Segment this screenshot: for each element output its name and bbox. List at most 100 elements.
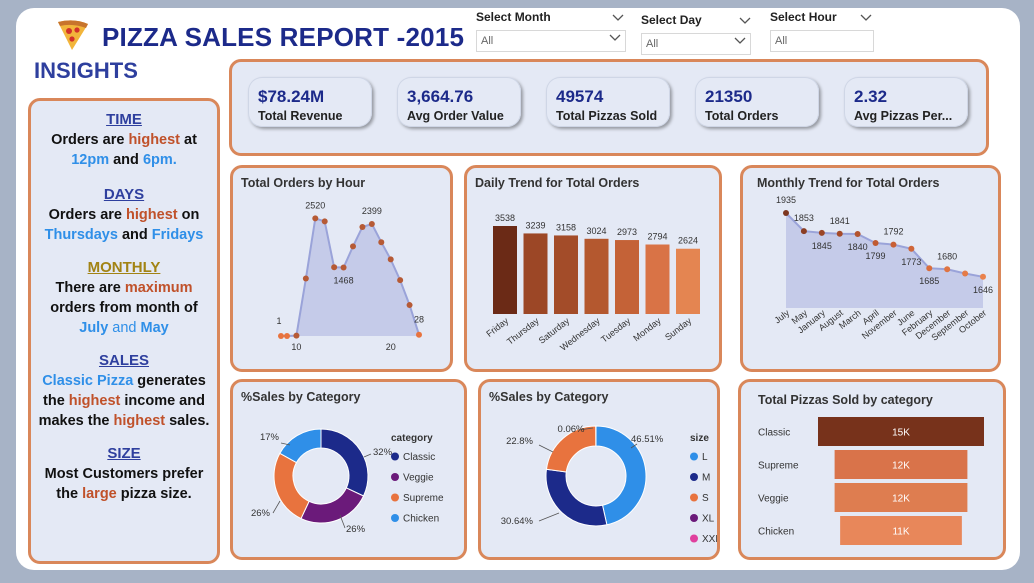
monthly-data-label: 1799 bbox=[866, 251, 886, 261]
monthly-data-label: 1841 bbox=[830, 216, 850, 226]
legend-title: size bbox=[690, 433, 709, 444]
monthly-data-point bbox=[800, 228, 807, 235]
hour-data-label: 1 bbox=[276, 316, 281, 326]
legend-label: XXL bbox=[702, 534, 717, 545]
monthly-data-label: 1646 bbox=[973, 285, 993, 295]
month-slicer[interactable]: Select Month All bbox=[476, 10, 626, 52]
donut-slice bbox=[300, 487, 365, 524]
kpi-value: 3,664.76 bbox=[407, 87, 474, 106]
monthly-data-label: 1935 bbox=[776, 195, 796, 205]
daily-category-label: Tuesday bbox=[599, 315, 632, 344]
donut-slice-label: 46.51% bbox=[631, 434, 664, 445]
kpi-value: 2.32 bbox=[854, 87, 888, 106]
funnel-bar-label: 11K bbox=[892, 527, 909, 538]
day-slicer[interactable]: Select Day All bbox=[641, 13, 751, 55]
insight-monthly-heading: MONTHLY bbox=[87, 259, 161, 276]
daily-bar-label: 3024 bbox=[586, 226, 606, 236]
hour-data-point bbox=[359, 223, 366, 230]
monthly-data-point bbox=[980, 273, 986, 280]
month-slicer-label: Select Month bbox=[476, 10, 551, 24]
daily-bar bbox=[584, 238, 609, 314]
chevron-down-icon bbox=[609, 34, 621, 41]
hour-slicer[interactable]: Select Hour All bbox=[770, 10, 874, 52]
daily-trend-chart: 3538Friday3239Thursday3158Saturday3024We… bbox=[484, 213, 700, 353]
donut-slice-label: 26% bbox=[251, 508, 271, 519]
daily-category-label: Friday bbox=[484, 315, 510, 339]
legend-marker bbox=[690, 534, 698, 543]
monthly-data-point bbox=[962, 270, 969, 277]
donut-slice bbox=[545, 468, 608, 527]
kpi-label: Total Orders bbox=[705, 109, 779, 123]
month-dropdown-value: All bbox=[481, 35, 494, 47]
pizza-icon bbox=[58, 20, 88, 50]
monthly-trend-panel: Monthly Trend for Total Orders 1935 1853 1… bbox=[740, 165, 1001, 372]
month-dropdown[interactable]: All bbox=[476, 30, 626, 52]
hour-data-point bbox=[350, 243, 356, 250]
pizzas-sold-funnel: 15K Classic 12K Supreme 12K Veggie 11K Chicken bbox=[758, 417, 984, 545]
daily-bar bbox=[645, 244, 670, 314]
daily-bar bbox=[523, 233, 548, 314]
sales-by-size-donut: 46.51% 30.64% 22.8% 0.06% size LMS XL XXL bbox=[501, 424, 717, 545]
sales-by-category-panel: %Sales by Category 32% 26% 26% 17% category C… bbox=[230, 379, 467, 560]
hour-data-point bbox=[340, 264, 347, 271]
insight-sales-heading: SALES bbox=[98, 352, 149, 369]
monthly-category-label: July bbox=[772, 307, 791, 325]
monthly-data-point bbox=[783, 210, 789, 216]
insight-sales-text: Classic Pizza generates the highest inco… bbox=[38, 373, 210, 429]
donut-slice bbox=[273, 452, 310, 520]
hour-data-point bbox=[312, 215, 319, 222]
hour-data-point bbox=[406, 302, 413, 309]
funnel-category-label: Veggie bbox=[758, 494, 789, 505]
donut-slice bbox=[320, 428, 369, 497]
legend-title: category bbox=[391, 433, 433, 444]
funnel-category-label: Classic bbox=[758, 428, 790, 439]
sales-by-category-donut: 32% 26% 26% 17% category Classic Veggie Supreme… bbox=[251, 428, 444, 535]
monthly-data-label: 1680 bbox=[937, 251, 957, 261]
hour-x-tick-label: 10 bbox=[291, 342, 301, 352]
kpi-total-orders: 21350 Total Orders bbox=[695, 77, 819, 127]
monthly-data-point bbox=[818, 229, 825, 236]
daily-bar-label: 2973 bbox=[617, 227, 637, 237]
monthly-data-point bbox=[926, 265, 933, 272]
report-canvas: PIZZA SALES REPORT -2015 Select Month Al… bbox=[16, 8, 1020, 570]
legend-label: Chicken bbox=[403, 514, 439, 525]
monthly-data-label: 1845 bbox=[812, 241, 832, 251]
kpi-label: Total Pizzas Sold bbox=[556, 109, 658, 123]
insights-panel: TIME Orders are highest at 12pm and 6pm.… bbox=[28, 98, 220, 564]
legend-marker bbox=[391, 473, 399, 481]
day-slicer-label: Select Day bbox=[641, 13, 702, 27]
hour-data-point bbox=[397, 277, 404, 284]
legend-marker bbox=[690, 493, 698, 502]
monthly-data-point bbox=[836, 230, 843, 237]
donut-slice-label: 30.64% bbox=[501, 516, 534, 527]
donut-slice-label: 22.8% bbox=[506, 436, 533, 447]
legend-marker bbox=[391, 452, 399, 461]
legend-marker bbox=[690, 452, 698, 461]
insight-size-heading: SIZE bbox=[107, 445, 141, 462]
hour-data-point bbox=[302, 275, 309, 282]
hour-data-point bbox=[368, 221, 375, 228]
donut-leader-line bbox=[538, 444, 554, 453]
funnel-bar-label: 15K bbox=[892, 428, 910, 439]
insight-days-heading: DAYS bbox=[103, 186, 145, 203]
daily-bar-label: 3239 bbox=[525, 220, 545, 230]
monthly-data-point bbox=[890, 241, 897, 248]
hour-data-label: 2399 bbox=[362, 206, 382, 216]
monthly-data-point bbox=[908, 245, 915, 252]
kpi-total-pizzas-sold: 49574 Total Pizzas Sold bbox=[546, 77, 670, 127]
legend-marker bbox=[690, 473, 698, 481]
insight-size-text: Most Customers prefer the large pizza si… bbox=[44, 466, 204, 502]
donut-slice-label: 0.06% bbox=[558, 424, 585, 435]
monthly-data-label: 1792 bbox=[883, 227, 903, 237]
hour-data-label: 1468 bbox=[334, 275, 354, 285]
kpi-value: 21350 bbox=[705, 87, 753, 106]
hour-dropdown[interactable]: All bbox=[770, 30, 874, 52]
donut-slice-label: 26% bbox=[346, 524, 366, 535]
day-dropdown[interactable]: All bbox=[641, 33, 751, 55]
legend-marker bbox=[391, 493, 399, 502]
daily-bar-label: 3158 bbox=[556, 222, 576, 232]
hour-data-point bbox=[378, 239, 385, 246]
daily-bar bbox=[554, 235, 578, 314]
legend-label: XL bbox=[702, 514, 715, 525]
kpi-total-revenue: $78.24M Total Revenue bbox=[248, 77, 372, 127]
